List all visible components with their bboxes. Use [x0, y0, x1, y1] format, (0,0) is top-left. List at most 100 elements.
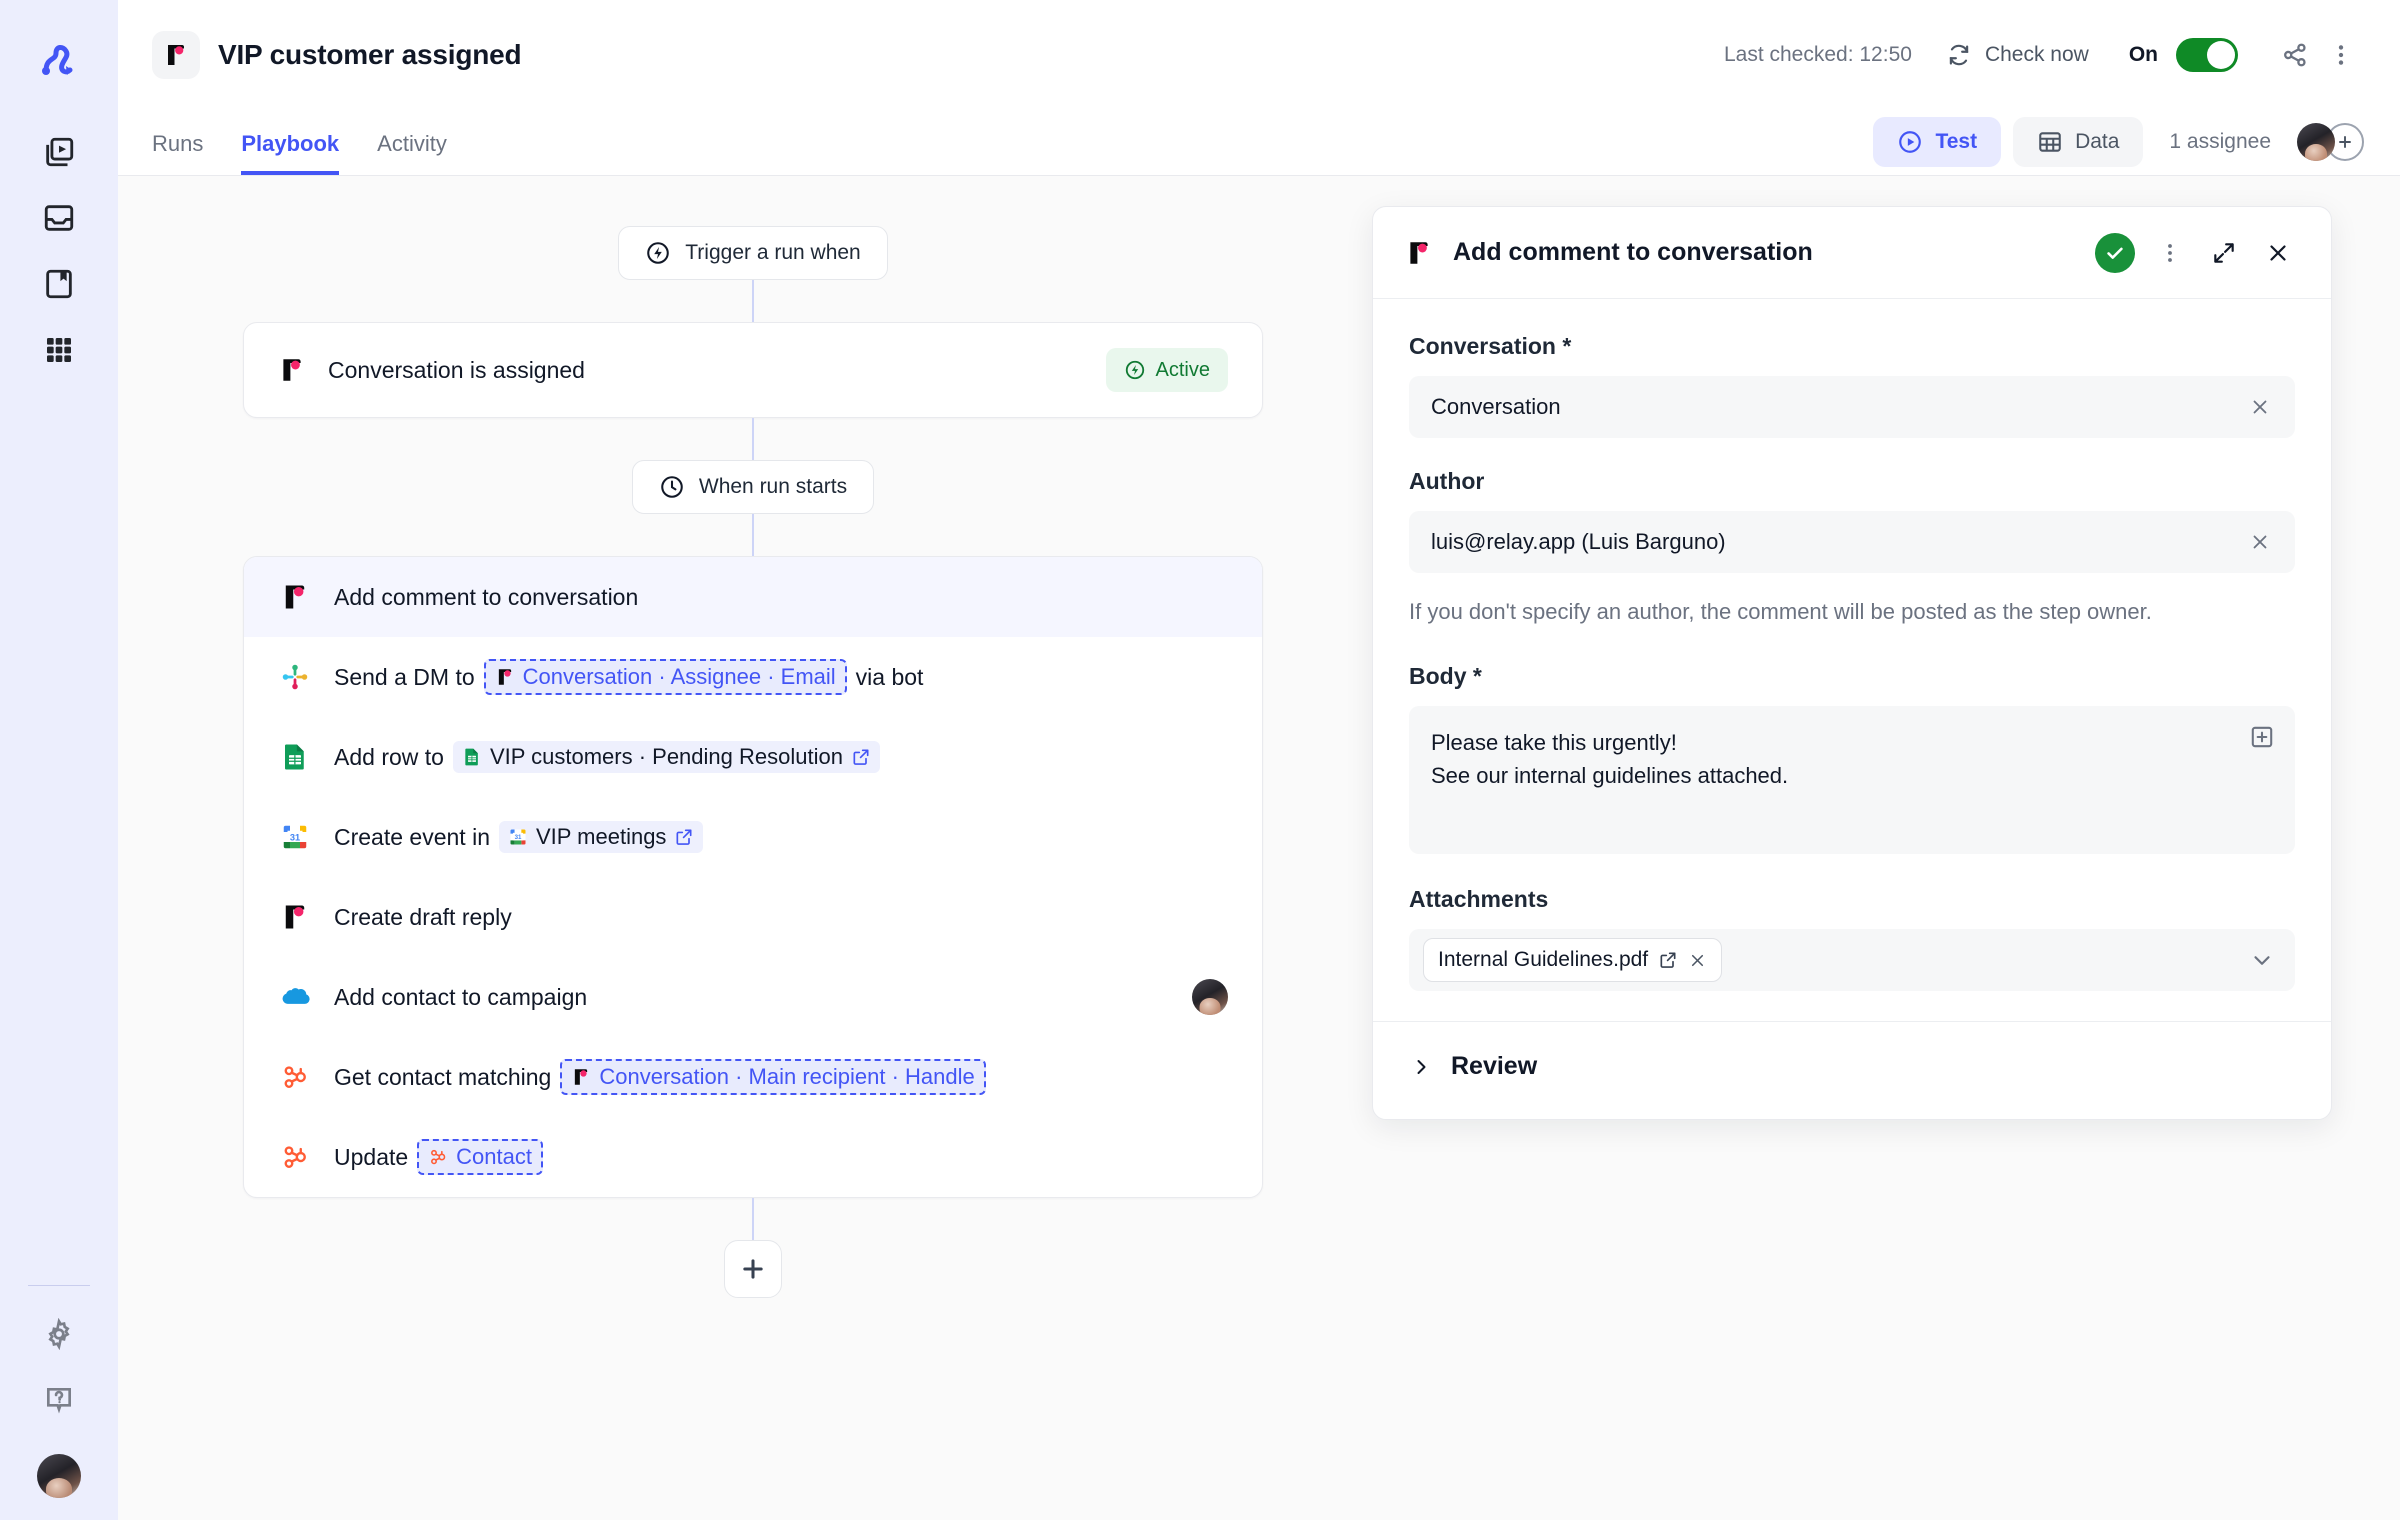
- page-title: VIP customer assigned: [218, 39, 521, 71]
- step-label: Add row to VIP customers · Pending Resol…: [334, 741, 880, 773]
- steps-card: Add comment to conversation Send a DM to…: [243, 556, 1263, 1198]
- external-link-icon[interactable]: [674, 827, 694, 847]
- conversation-input[interactable]: Conversation: [1409, 376, 2295, 438]
- connector-line: [752, 514, 754, 556]
- trigger-a-run-when-chip[interactable]: Trigger a run when: [618, 226, 887, 280]
- step-owner-avatar[interactable]: [1192, 979, 1228, 1015]
- body-textarea[interactable]: Please take this urgently! See our inter…: [1409, 706, 2295, 854]
- front-app-icon: [495, 667, 515, 687]
- variable-chip[interactable]: Conversation · Main recipient · Handle: [560, 1059, 985, 1095]
- variable-chip[interactable]: Contact: [417, 1139, 543, 1175]
- more-vertical-icon: [2158, 241, 2182, 265]
- attachment-chip[interactable]: Internal Guidelines.pdf: [1423, 938, 1722, 982]
- variable-chip[interactable]: Conversation · Assignee · Email: [484, 659, 847, 695]
- step-text-fragment: Add contact to campaign: [334, 984, 587, 1011]
- hubspot-icon: [278, 1140, 312, 1174]
- author-field-label: Author: [1409, 468, 2295, 495]
- sidebar-item-settings[interactable]: [27, 1302, 91, 1366]
- assignee-count-label: 1 assignee: [2169, 130, 2271, 154]
- table-grid-icon: [2037, 129, 2063, 155]
- tabs-bar-actions: Test Data 1 assignee: [1873, 117, 2364, 175]
- author-help-text: If you don't specify an author, the comm…: [1409, 595, 2295, 629]
- review-label: Review: [1451, 1052, 1537, 1081]
- sidebar-item-apps[interactable]: [27, 318, 91, 382]
- connector-line: [752, 1198, 754, 1240]
- enable-workflow-toggle[interactable]: [2176, 38, 2238, 72]
- check-circle-icon[interactable]: [2095, 233, 2135, 273]
- when-run-starts-chip[interactable]: When run starts: [632, 460, 874, 514]
- step-label: Create event in 31VIP meetings: [334, 821, 703, 853]
- chip-label: Conversation · Assignee · Email: [523, 663, 836, 691]
- tab-runs[interactable]: Runs: [152, 131, 203, 175]
- trigger-card[interactable]: Conversation is assigned Active: [243, 322, 1263, 418]
- step-row[interactable]: Create draft reply: [244, 877, 1262, 957]
- step-label: Add comment to conversation: [334, 584, 638, 611]
- data-label: Data: [2075, 130, 2119, 154]
- chevron-down-icon[interactable]: [2249, 947, 2275, 973]
- external-link-icon[interactable]: [1658, 950, 1678, 970]
- relay-logo-icon[interactable]: [27, 30, 91, 94]
- clear-conversation-button[interactable]: [2245, 396, 2275, 418]
- assignee-avatars[interactable]: [2297, 123, 2364, 161]
- connector-line: [752, 280, 754, 322]
- share-button[interactable]: [2272, 32, 2318, 78]
- chip-label: Contact: [456, 1143, 532, 1171]
- panel-more-button[interactable]: [2151, 234, 2189, 272]
- google-calendar-icon: 31: [508, 827, 528, 847]
- resource-chip[interactable]: 31VIP meetings: [499, 821, 703, 853]
- front-app-icon: [278, 356, 306, 384]
- sidebar-item-runs[interactable]: [27, 120, 91, 184]
- step-row[interactable]: Update Contact: [244, 1117, 1262, 1197]
- step-label: Add contact to campaign: [334, 984, 587, 1011]
- panel-actions: [2095, 233, 2297, 273]
- front-app-icon: [152, 31, 200, 79]
- external-link-icon[interactable]: [851, 747, 871, 767]
- sidebar-item-playbook[interactable]: [27, 252, 91, 316]
- more-options-button[interactable]: [2318, 32, 2364, 78]
- sidebar-item-help[interactable]: [27, 1368, 91, 1432]
- tab-activity[interactable]: Activity: [377, 131, 447, 175]
- panel-expand-button[interactable]: [2205, 234, 2243, 272]
- flow-column: Trigger a run when Conversation is assig…: [118, 226, 1388, 1298]
- trigger-title: Conversation is assigned: [328, 357, 585, 384]
- left-rail: [0, 0, 118, 1520]
- chevron-right-icon: [1409, 1055, 1433, 1079]
- front-app-icon: [278, 580, 312, 614]
- conversation-value: Conversation: [1431, 394, 1561, 420]
- salesforce-icon: [278, 980, 312, 1014]
- step-row[interactable]: 31Create event in 31VIP meetings: [244, 797, 1262, 877]
- attachments-input[interactable]: Internal Guidelines.pdf: [1409, 929, 2295, 991]
- body-line-2: See our internal guidelines attached.: [1431, 759, 2273, 792]
- step-row[interactable]: Get contact matching Conversation · Main…: [244, 1037, 1262, 1117]
- assignee-avatar[interactable]: [2297, 123, 2335, 161]
- author-value: luis@relay.app (Luis Barguno): [1431, 529, 1726, 555]
- step-text-fragment: Create draft reply: [334, 904, 512, 931]
- add-step-button[interactable]: [724, 1240, 782, 1298]
- step-row[interactable]: Add contact to campaign: [244, 957, 1262, 1037]
- inbox-tray-icon: [42, 201, 76, 235]
- clear-author-button[interactable]: [2245, 531, 2275, 553]
- test-button[interactable]: Test: [1873, 117, 2001, 167]
- step-text-fragment: Add row to: [334, 744, 444, 771]
- sidebar-item-inbox[interactable]: [27, 186, 91, 250]
- data-button[interactable]: Data: [2013, 117, 2143, 167]
- check-now-button[interactable]: Check now: [1946, 42, 2089, 68]
- step-row[interactable]: Add row to VIP customers · Pending Resol…: [244, 717, 1262, 797]
- insert-variable-icon[interactable]: [2249, 724, 2275, 750]
- author-input[interactable]: luis@relay.app (Luis Barguno): [1409, 511, 2295, 573]
- panel-header: Add comment to conversation: [1373, 207, 2331, 299]
- expand-diagonal-icon: [2211, 240, 2237, 266]
- chip-label: Conversation · Main recipient · Handle: [599, 1063, 974, 1091]
- step-row[interactable]: Add comment to conversation: [244, 557, 1262, 637]
- resource-chip[interactable]: VIP customers · Pending Resolution: [453, 741, 880, 773]
- avatar[interactable]: [37, 1454, 81, 1498]
- step-row[interactable]: Send a DM to Conversation · Assignee · E…: [244, 637, 1262, 717]
- review-section-toggle[interactable]: Review: [1373, 1021, 2331, 1119]
- tab-playbook[interactable]: Playbook: [241, 131, 339, 175]
- tabs-bar: Runs Playbook Activity Test: [118, 110, 2400, 176]
- panel-close-button[interactable]: [2259, 234, 2297, 272]
- play-circle-icon: [1897, 129, 1923, 155]
- remove-attachment-button[interactable]: [1688, 951, 1707, 970]
- attachment-file-name: Internal Guidelines.pdf: [1438, 948, 1648, 972]
- body-field-label: Body *: [1409, 663, 2295, 690]
